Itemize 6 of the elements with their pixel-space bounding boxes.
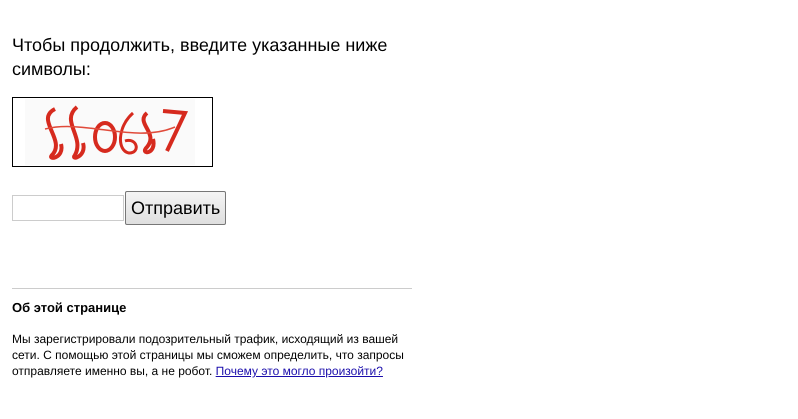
section-heading: Об этой странице [12,300,128,315]
explanation-text: Мы зарегистрировали подозрительный трафик, исходящий из вашей сети. С помощью этой страницы мы сможем определить, что запросы отправляете именно вы, а не робот. Почему это могло произойти? [12,331,405,379]
answer-field[interactable] [12,195,124,221]
why-link[interactable]: Почему это могло произойти? [216,364,383,378]
submit-button[interactable]: Отправить [125,191,226,225]
captcha-prompt: Чтобы продолжить, введите указанные ниже символы: [12,34,388,81]
